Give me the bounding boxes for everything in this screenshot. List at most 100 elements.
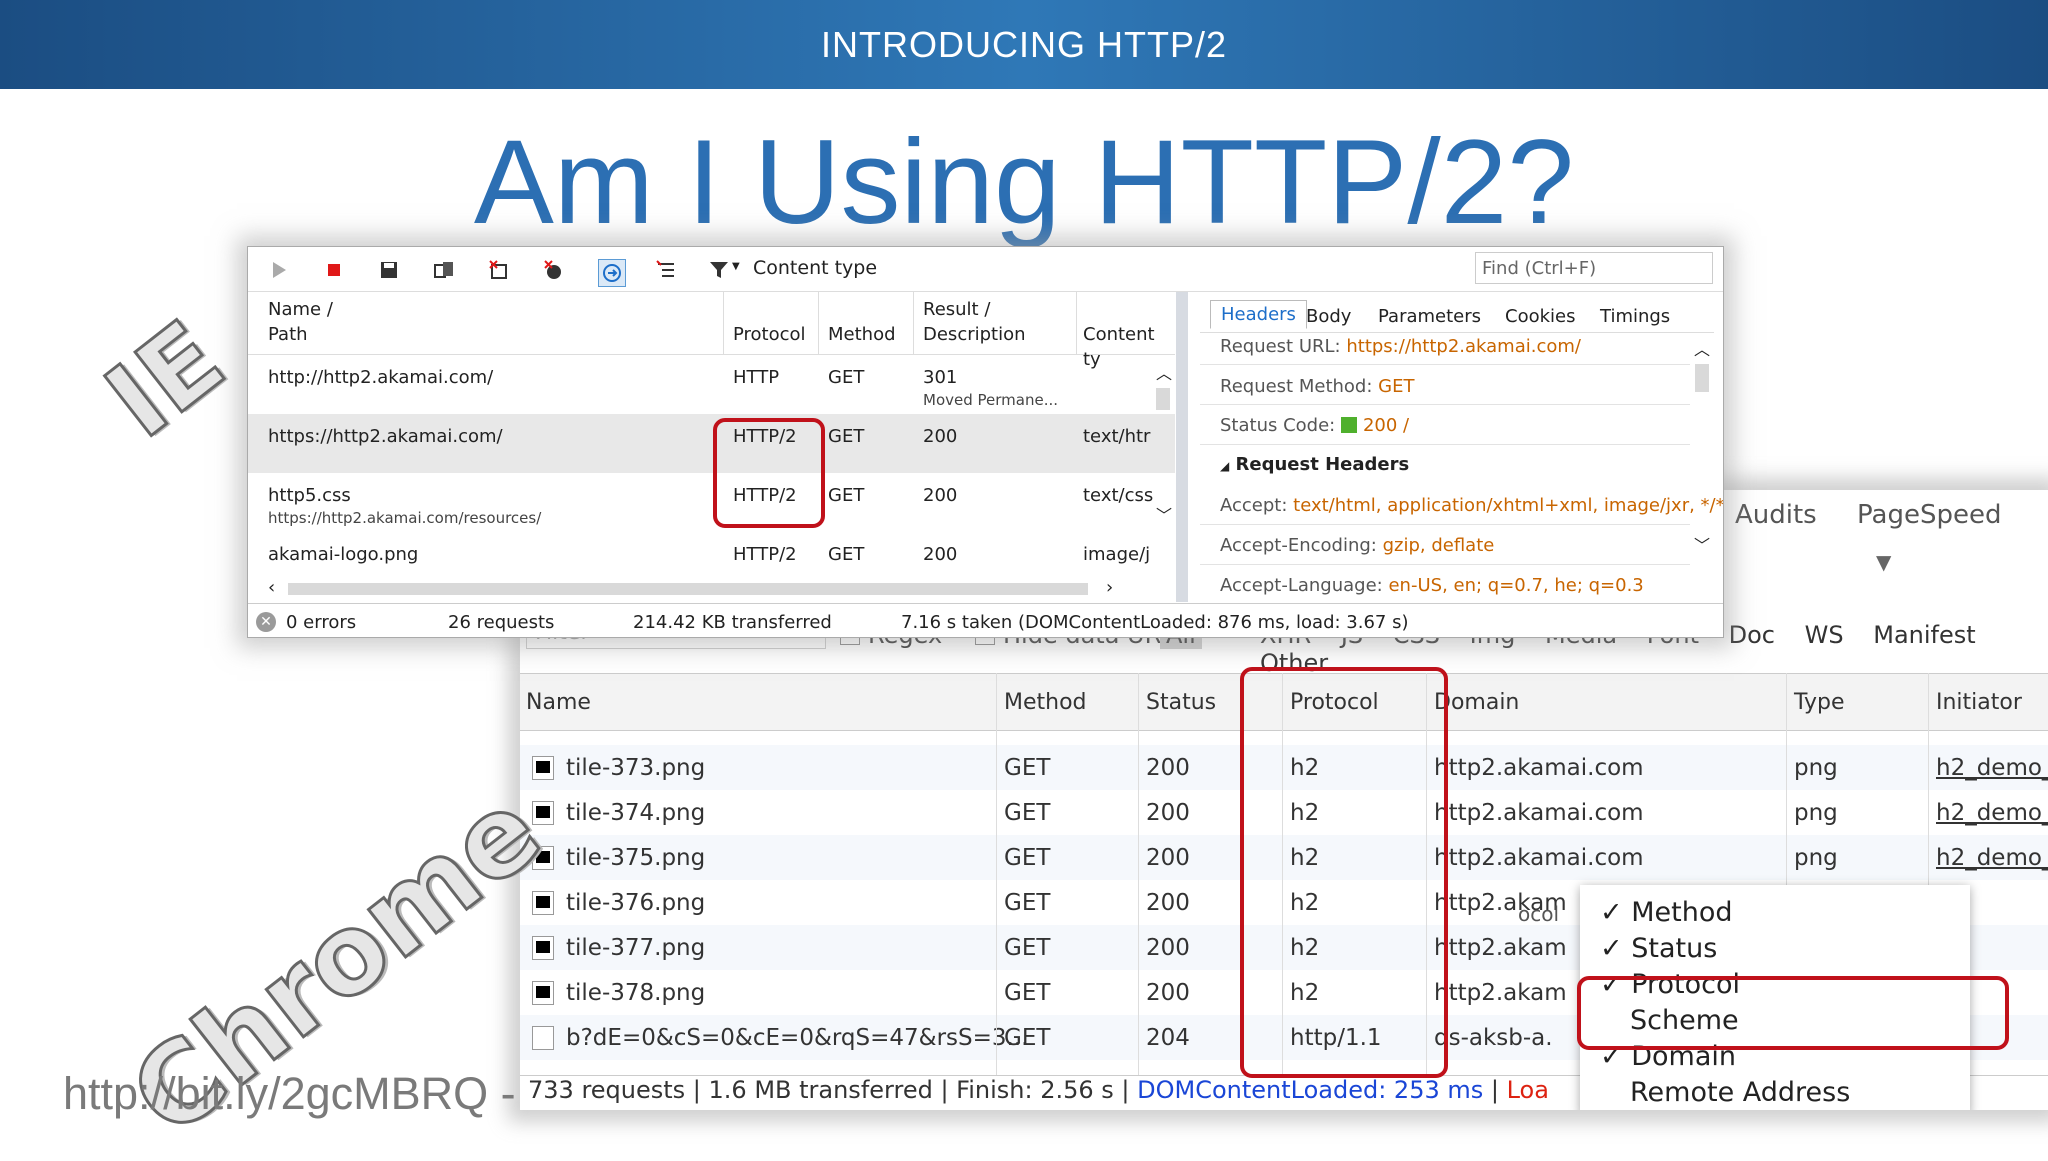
status-code-row: Status Code: 200 / bbox=[1220, 415, 1409, 436]
horizontal-scrollbar[interactable]: ‹ › bbox=[248, 577, 1175, 601]
pane-splitter[interactable] bbox=[1176, 292, 1188, 602]
col-result[interactable]: Result / bbox=[923, 297, 990, 322]
table-row[interactable]: http5.css https://http2.akamai.com/resou… bbox=[248, 473, 1175, 532]
content-type-filter[interactable]: Content type bbox=[753, 257, 877, 279]
tab-headers[interactable]: Headers bbox=[1210, 300, 1307, 329]
play-icon[interactable] bbox=[268, 259, 290, 281]
status-transferred: 1.6 MB transferred bbox=[708, 1076, 933, 1104]
filter-manifest[interactable]: Manifest bbox=[1873, 621, 1975, 649]
status-code-value: 200 / bbox=[1362, 415, 1410, 436]
request-headers-title: Request Headers bbox=[1235, 454, 1410, 475]
divider bbox=[1200, 444, 1690, 445]
row-content-type: image/j bbox=[1083, 544, 1151, 565]
row-status: 204 bbox=[1146, 1025, 1190, 1051]
scroll-left-icon[interactable]: ‹ bbox=[268, 577, 275, 598]
col-method[interactable]: Method bbox=[828, 322, 896, 347]
request-method-row: Request Method: GET bbox=[1220, 376, 1414, 397]
tab-pagespeed[interactable]: PageSpeed bbox=[1857, 500, 2001, 530]
protocol-menu-highlight bbox=[1577, 976, 2009, 1050]
col-initiator[interactable]: Initiator bbox=[1936, 690, 2022, 715]
scroll-up-icon[interactable]: ︿ bbox=[1156, 360, 1172, 384]
row-name: b?dE=0&cS=0&cE=0&rqS=47&rsS=3... bbox=[566, 1025, 1029, 1051]
row-name: http://http2.akamai.com/ bbox=[268, 367, 494, 388]
always-refresh-icon[interactable] bbox=[598, 259, 626, 287]
col-name[interactable]: Name bbox=[526, 690, 591, 715]
ie-details-pane: Headers Body Parameters Cookies Timings … bbox=[1200, 292, 1723, 603]
row-protocol: HTTP bbox=[733, 367, 780, 388]
image-file-icon bbox=[532, 981, 554, 1005]
footer-link[interactable]: http://bit.ly/2gcMBRQ - bbox=[63, 1068, 516, 1120]
slide-title: Am I Using HTTP/2? bbox=[473, 115, 1575, 249]
menu-item-method[interactable]: ✓ Method bbox=[1600, 897, 1732, 928]
row-initiator-link[interactable]: h2_demo_f bbox=[1936, 755, 2048, 781]
stop-icon[interactable] bbox=[323, 259, 345, 281]
col-description[interactable]: Description bbox=[923, 322, 1026, 347]
tab-timings[interactable]: Timings bbox=[1600, 306, 1670, 327]
tab-cookies[interactable]: Cookies bbox=[1505, 306, 1575, 327]
row-domain: http2.akamai.com bbox=[1434, 755, 1644, 781]
tab-audits[interactable]: Audits bbox=[1735, 500, 1817, 530]
row-method: GET bbox=[1004, 1025, 1051, 1051]
table-row-selected[interactable]: https://http2.akamai.com/ HTTP/2 GET 200… bbox=[248, 414, 1175, 473]
row-method: GET bbox=[1004, 845, 1051, 871]
row-result: 200 bbox=[923, 544, 958, 565]
status-errors: 0 errors bbox=[286, 612, 357, 633]
scroll-thumb[interactable] bbox=[1156, 388, 1170, 410]
save-icon[interactable] bbox=[378, 259, 400, 281]
row-result: 301 bbox=[923, 367, 958, 388]
filter-dropdown-icon[interactable]: ▼ bbox=[732, 261, 740, 272]
scroll-up-icon[interactable]: ︿ bbox=[1694, 336, 1710, 360]
import-icon[interactable] bbox=[433, 259, 455, 281]
filter-icon[interactable] bbox=[708, 259, 730, 281]
find-input[interactable]: Find (Ctrl+F) bbox=[1475, 252, 1713, 284]
scroll-thumb[interactable] bbox=[1695, 364, 1709, 392]
tab-parameters[interactable]: Parameters bbox=[1378, 306, 1481, 327]
row-result: 200 bbox=[923, 485, 958, 506]
row-name: tile-373.png bbox=[566, 755, 706, 781]
scroll-thumb[interactable] bbox=[288, 583, 1088, 595]
col-method[interactable]: Method bbox=[1004, 690, 1087, 715]
scroll-down-icon[interactable]: ﹀ bbox=[1156, 502, 1172, 526]
col-type[interactable]: Type bbox=[1794, 690, 1845, 715]
column-divider bbox=[996, 673, 997, 1103]
accept-label: Accept: bbox=[1220, 495, 1288, 516]
image-file-icon bbox=[532, 756, 554, 780]
row-description: Moved Permane... bbox=[923, 391, 1058, 409]
filter-ws[interactable]: WS bbox=[1805, 621, 1844, 649]
clear-entries-icon[interactable] bbox=[488, 259, 510, 281]
request-headers-section[interactable]: ◢ Request Headers bbox=[1220, 454, 1409, 475]
accept-language-value: en-US, en; q=0.7, he; q=0.3 bbox=[1388, 575, 1644, 596]
row-content-type: text/htr bbox=[1083, 426, 1151, 447]
col-name[interactable]: Name / bbox=[268, 297, 333, 322]
menu-item-status[interactable]: ✓ Status bbox=[1600, 933, 1717, 964]
col-status[interactable]: Status bbox=[1146, 690, 1216, 715]
accept-row: Accept: text/html, application/xhtml+xml… bbox=[1220, 495, 1723, 516]
row-initiator-link[interactable]: h2_demo_f bbox=[1936, 800, 2048, 826]
tab-body[interactable]: Body bbox=[1306, 306, 1351, 327]
ie-table-header: Name / Path Protocol Method Result / Des… bbox=[248, 292, 1175, 370]
collapse-triangle-icon[interactable]: ◢ bbox=[1220, 459, 1229, 473]
scroll-down-icon[interactable]: ﹀ bbox=[1694, 532, 1710, 556]
row-initiator-link[interactable]: h2_demo_f bbox=[1936, 845, 2048, 871]
vertical-scrollbar[interactable]: ︿ ﹀ bbox=[1152, 354, 1174, 534]
clear-on-navigate-icon[interactable] bbox=[655, 259, 677, 281]
scroll-right-icon[interactable]: › bbox=[1106, 577, 1113, 598]
table-row[interactable]: http://http2.akamai.com/ HTTP GET 301 Mo… bbox=[248, 355, 1175, 414]
row-status: 200 bbox=[1146, 755, 1190, 781]
row-domain: http2.akamai.com bbox=[1434, 800, 1644, 826]
request-url-row: Request URL: https://http2.akamai.com/ bbox=[1220, 336, 1581, 357]
filter-doc[interactable]: Doc bbox=[1729, 621, 1775, 649]
status-code-label: Status Code: bbox=[1220, 415, 1336, 436]
col-protocol[interactable]: Protocol bbox=[733, 322, 806, 347]
error-icon: ✕ bbox=[256, 612, 276, 632]
row-name: tile-377.png bbox=[566, 935, 706, 961]
menu-item-remote-address[interactable]: Remote Address bbox=[1600, 1077, 1850, 1108]
clear-cookies-icon[interactable] bbox=[543, 259, 565, 281]
col-path[interactable]: Path bbox=[268, 322, 308, 347]
context-column-hint: ocol bbox=[1518, 902, 1560, 926]
dropdown-arrow-icon[interactable]: ▼ bbox=[1876, 550, 1891, 574]
status-ok-icon bbox=[1340, 417, 1357, 433]
row-domain: http2.akam bbox=[1434, 980, 1567, 1006]
details-scrollbar[interactable]: ︿ ﹀ bbox=[1692, 336, 1712, 556]
row-name: tile-378.png bbox=[566, 980, 706, 1006]
